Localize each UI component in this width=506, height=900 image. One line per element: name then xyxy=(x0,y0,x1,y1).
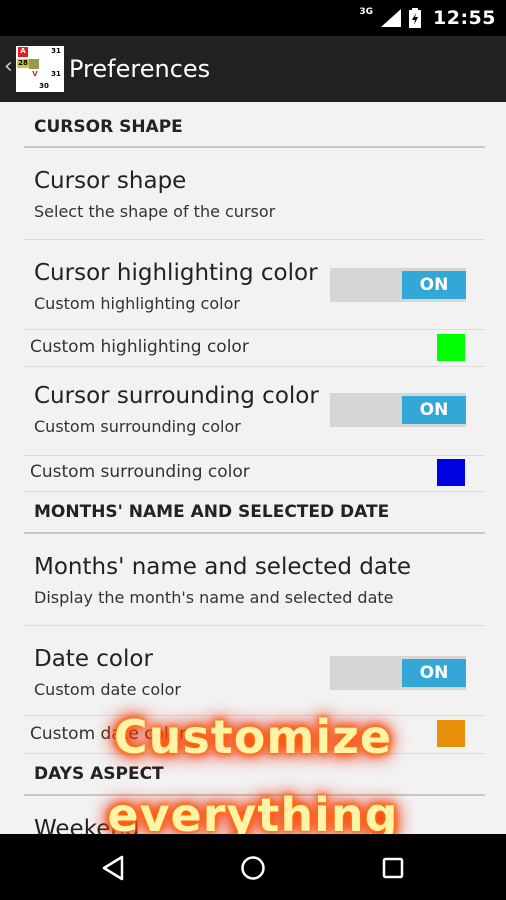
pref-months-name[interactable]: Months' name and selected date Display t… xyxy=(24,534,485,626)
status-icons: 3G 12:55 xyxy=(359,0,496,36)
page-title: Preferences xyxy=(69,55,211,83)
home-button[interactable] xyxy=(233,848,273,888)
pref-title: Cursor shape xyxy=(34,168,187,194)
toggle-on-label: ON xyxy=(402,396,466,424)
navigation-bar xyxy=(0,834,506,900)
app-logo-cell: A xyxy=(18,47,28,57)
pref-date-color[interactable]: Date color Custom date color ON xyxy=(24,626,485,716)
action-bar: ‹ A 31 28 V 31 30 Preferences xyxy=(0,36,506,102)
app-logo-cell: 31 xyxy=(51,47,61,55)
sub-pref-label: Custom highlighting color xyxy=(30,337,249,357)
pref-summary: Display the month's name and selected da… xyxy=(34,588,394,607)
clock: 12:55 xyxy=(433,7,496,29)
pref-title: Date color xyxy=(34,646,153,672)
pref-summary: Custom date color xyxy=(34,680,181,699)
battery-icon xyxy=(409,8,422,28)
preferences-list[interactable]: CURSOR SHAPE Cursor shape Select the sha… xyxy=(0,102,506,834)
app-logo-cell: 30 xyxy=(39,82,49,90)
highlighting-color-toggle[interactable]: ON xyxy=(330,268,466,302)
app-logo-cell: 31 xyxy=(51,70,61,78)
toggle-on-label: ON xyxy=(402,659,466,687)
pref-cursor-surrounding-color[interactable]: Cursor surrounding color Custom surround… xyxy=(24,367,485,456)
app-logo-cell-blank xyxy=(29,59,39,69)
surrounding-color-swatch[interactable] xyxy=(437,459,465,486)
pref-summary: Custom surrounding color xyxy=(34,417,241,436)
pref-title: Cursor surrounding color xyxy=(34,383,319,409)
pref-cursor-shape[interactable]: Cursor shape Select the shape of the cur… xyxy=(24,148,485,240)
section-header-cursor-shape: CURSOR SHAPE xyxy=(24,108,485,148)
promo-text-line2: everything xyxy=(107,788,399,834)
section-header-months: MONTHS' NAME AND SELECTED DATE xyxy=(24,492,485,534)
app-logo-cell: 28 xyxy=(17,59,29,68)
square-recents-icon xyxy=(382,857,404,879)
network-type-label: 3G xyxy=(359,7,374,17)
promo-text-line1: Customize xyxy=(113,710,393,764)
up-chevron-icon[interactable]: ‹ xyxy=(4,56,13,78)
triangle-back-icon xyxy=(102,855,124,881)
circle-home-icon xyxy=(241,856,265,880)
app-logo-icon[interactable]: A 31 28 V 31 30 xyxy=(16,46,64,92)
back-button[interactable] xyxy=(93,848,133,888)
status-bar: 3G 12:55 xyxy=(0,0,506,36)
date-color-toggle[interactable]: ON xyxy=(330,656,466,690)
recents-button[interactable] xyxy=(373,848,413,888)
surrounding-color-toggle[interactable]: ON xyxy=(330,393,466,427)
app-logo-cell: V xyxy=(32,70,38,78)
pref-cursor-highlighting-color[interactable]: Cursor highlighting color Custom highlig… xyxy=(24,240,485,330)
pref-summary: Select the shape of the cursor xyxy=(34,202,276,221)
pref-custom-surrounding-color[interactable]: Custom surrounding color xyxy=(24,456,485,492)
pref-custom-highlighting-color[interactable]: Custom highlighting color xyxy=(24,330,485,367)
highlighting-color-swatch[interactable] xyxy=(437,334,465,361)
sub-pref-label: Custom surrounding color xyxy=(30,462,250,482)
signal-icon xyxy=(381,9,402,27)
pref-title: Months' name and selected date xyxy=(34,554,412,580)
toggle-on-label: ON xyxy=(402,271,466,299)
pref-title: Cursor highlighting color xyxy=(34,260,318,286)
pref-summary: Custom highlighting color xyxy=(34,294,240,313)
